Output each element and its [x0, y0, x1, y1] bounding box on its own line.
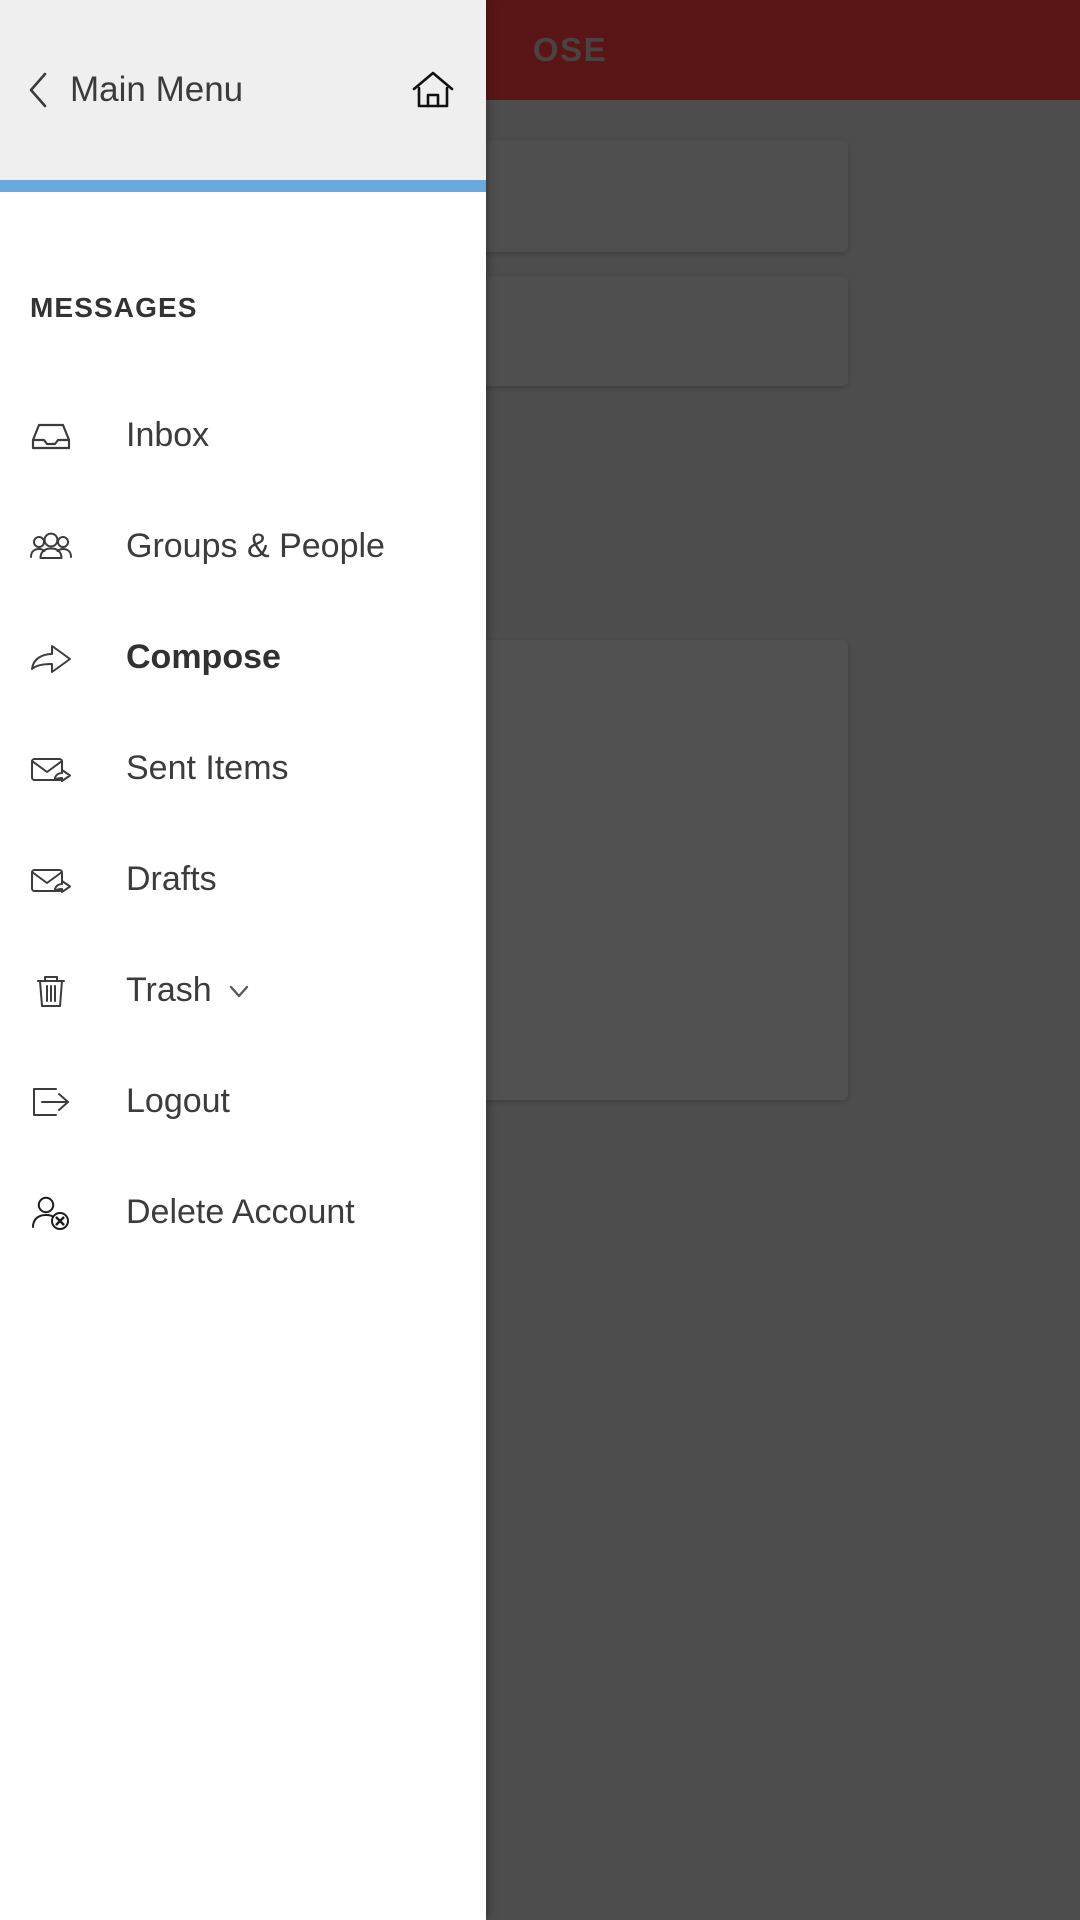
drawer-menu: MESSAGES Inbox Groups & People Compose S…: [0, 192, 486, 1920]
menu-item-sent-items[interactable]: Sent Items: [0, 713, 486, 824]
menu-item-inbox[interactable]: Inbox: [0, 380, 486, 491]
background-appbar-title: OSE: [532, 31, 608, 68]
navigation-drawer: Main Menu MESSAGES Inbox Groups & People…: [0, 0, 486, 1920]
menu-item-label: Groups & People: [126, 527, 385, 565]
drawer-accent-bar: [0, 180, 486, 192]
menu-item-label: Trash: [126, 971, 212, 1009]
drawer-header: Main Menu: [0, 0, 486, 180]
menu-item-groups-people[interactable]: Groups & People: [0, 491, 486, 602]
envelope-draft-icon: [31, 868, 71, 893]
menu-item-delete-account[interactable]: Delete Account: [0, 1157, 486, 1268]
menu-item-drafts[interactable]: Drafts: [0, 824, 486, 935]
trash-icon: [37, 975, 65, 1007]
inbox-icon: [31, 423, 71, 449]
menu-item-label: Drafts: [126, 860, 217, 898]
menu-item-label: Inbox: [126, 416, 210, 454]
chevron-down-icon[interactable]: [226, 978, 252, 1004]
drawer-title: Main Menu: [70, 70, 244, 109]
menu-item-label: Delete Account: [126, 1193, 355, 1231]
menu-item-label: Compose: [126, 638, 281, 676]
people-group-icon: [30, 532, 72, 559]
home-icon[interactable]: [410, 67, 456, 113]
chevron-left-icon[interactable]: [26, 70, 52, 110]
menu-item-trash[interactable]: Trash: [0, 935, 486, 1046]
menu-item-label: Sent Items: [126, 749, 289, 787]
menu-item-logout[interactable]: Logout: [0, 1046, 486, 1157]
menu-item-label: Logout: [126, 1082, 230, 1120]
logout-icon: [33, 1087, 69, 1116]
compose-arrow-icon: [31, 644, 71, 673]
section-header-messages: MESSAGES: [30, 292, 198, 323]
user-delete-icon: [32, 1196, 69, 1230]
envelope-sent-icon: [31, 757, 71, 782]
menu-item-compose[interactable]: Compose: [0, 602, 486, 713]
